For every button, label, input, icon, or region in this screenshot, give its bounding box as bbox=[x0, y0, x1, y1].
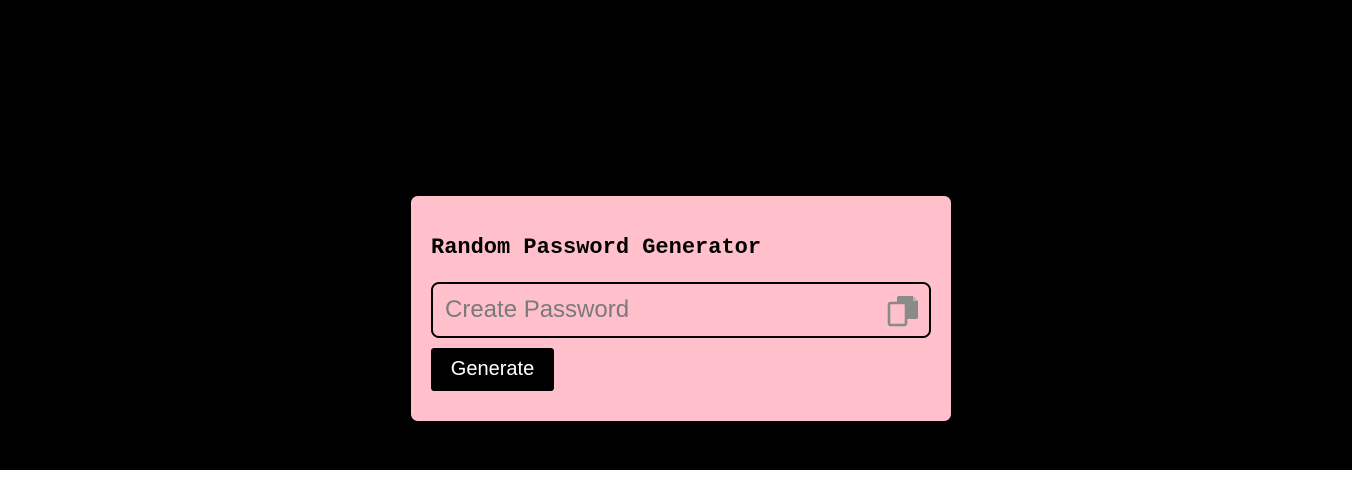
generate-button[interactable]: Generate bbox=[431, 348, 554, 391]
password-field-container bbox=[431, 282, 931, 338]
app-title: Random Password Generator bbox=[431, 235, 762, 260]
copy-icon[interactable] bbox=[885, 293, 921, 327]
password-generator-card: Random Password Generator Generate bbox=[411, 196, 951, 421]
page-background: Random Password Generator Generate bbox=[0, 0, 1352, 470]
password-input[interactable] bbox=[445, 284, 875, 336]
